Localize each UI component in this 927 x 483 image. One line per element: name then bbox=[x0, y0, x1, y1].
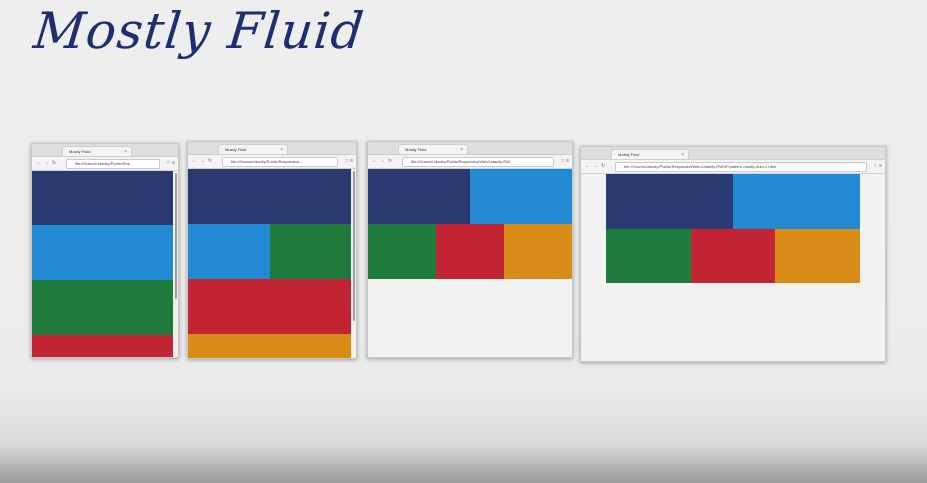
star-icon[interactable]: ☆ bbox=[166, 160, 170, 166]
close-icon[interactable]: × bbox=[280, 145, 283, 155]
tab-title: Mostly Fluid bbox=[618, 152, 640, 157]
block-blue bbox=[733, 174, 860, 229]
menu-icon[interactable]: ≡ bbox=[172, 160, 175, 166]
reload-icon[interactable]: ↻ bbox=[388, 158, 392, 164]
page-title: Mostly Fluid bbox=[30, 2, 368, 60]
address-bar[interactable]: file:///Users/Udacity/Public/ResponsiveW… bbox=[402, 157, 554, 167]
reload-icon[interactable]: ↻ bbox=[208, 158, 212, 164]
address-bar[interactable]: file:///Users/Udacity/Public/Res... bbox=[66, 159, 160, 169]
address-bar[interactable]: file:///Users/Udacity/Public/ResponsiveW… bbox=[615, 162, 867, 172]
block-navy bbox=[606, 174, 733, 229]
back-icon[interactable]: ← bbox=[192, 158, 197, 164]
block-blue bbox=[470, 169, 572, 224]
page-viewport bbox=[188, 169, 356, 358]
browser-window-desktop: Mostly Fluid × ← → ↻ file:///Users/Udacity… bbox=[580, 146, 886, 362]
tab-title: Mostly Fluid bbox=[69, 149, 91, 154]
block-blue bbox=[188, 224, 270, 279]
forward-icon[interactable]: → bbox=[200, 158, 205, 164]
browser-window-mobile: Mostly Fluid × ← → ↻ file:///Users/Udacity… bbox=[31, 143, 179, 358]
close-icon[interactable]: × bbox=[681, 150, 684, 160]
page-viewport bbox=[581, 174, 885, 361]
forward-icon[interactable]: → bbox=[380, 158, 385, 164]
tab-bar: Mostly Fluid × bbox=[368, 142, 572, 159]
tab-title: Mostly Fluid bbox=[405, 147, 427, 152]
browser-tab[interactable]: Mostly Fluid × bbox=[218, 144, 288, 154]
page-viewport bbox=[368, 169, 572, 357]
block-orange bbox=[775, 229, 860, 283]
menu-icon[interactable]: ≡ bbox=[350, 158, 353, 164]
browser-window-tablet: Mostly Fluid × ← → ↻ file:///Users/Udacity… bbox=[367, 141, 573, 358]
block-orange bbox=[188, 334, 351, 358]
close-icon[interactable]: × bbox=[460, 145, 463, 155]
block-orange bbox=[504, 224, 572, 279]
browser-toolbar: ← → ↻ file:///Users/Udacity/Public/Respons… bbox=[188, 155, 356, 169]
block-green bbox=[368, 224, 436, 279]
scrollbar[interactable] bbox=[175, 173, 177, 299]
block-navy bbox=[32, 171, 173, 225]
browser-tab[interactable]: Mostly Fluid × bbox=[611, 149, 689, 159]
star-icon[interactable]: ☆ bbox=[873, 163, 877, 169]
block-red bbox=[436, 224, 504, 279]
address-bar[interactable]: file:///Users/Udacity/Public/Responsive.… bbox=[222, 157, 338, 167]
block-navy bbox=[368, 169, 470, 224]
forward-icon[interactable]: → bbox=[593, 163, 598, 169]
block-green bbox=[606, 229, 691, 283]
browser-toolbar: ← → ↻ file:///Users/Udacity/Public/Res... … bbox=[32, 157, 178, 171]
browser-tab[interactable]: Mostly Fluid × bbox=[62, 146, 132, 156]
reload-icon[interactable]: ↻ bbox=[601, 163, 605, 169]
browser-toolbar: ← → ↻ file:///Users/Udacity/Public/Respons… bbox=[581, 160, 885, 174]
page-viewport bbox=[32, 171, 178, 357]
browser-window-small-tablet: Mostly Fluid × ← → ↻ file:///Users/Udacity… bbox=[187, 141, 357, 359]
tab-bar: Mostly Fluid × bbox=[32, 144, 178, 161]
close-icon[interactable]: × bbox=[124, 147, 127, 157]
block-green bbox=[270, 224, 351, 279]
browser-tab[interactable]: Mostly Fluid × bbox=[398, 144, 468, 154]
block-red bbox=[188, 279, 351, 334]
menu-icon[interactable]: ≡ bbox=[566, 158, 569, 164]
block-red bbox=[691, 229, 775, 283]
menu-icon[interactable]: ≡ bbox=[879, 163, 882, 169]
star-icon[interactable]: ☆ bbox=[344, 158, 348, 164]
block-red bbox=[32, 335, 173, 357]
tab-bar: Mostly Fluid × bbox=[188, 142, 356, 159]
block-navy bbox=[188, 169, 351, 224]
back-icon[interactable]: ← bbox=[36, 160, 41, 166]
back-icon[interactable]: ← bbox=[372, 158, 377, 164]
block-green bbox=[32, 280, 173, 335]
forward-icon[interactable]: → bbox=[44, 160, 49, 166]
block-blue bbox=[32, 225, 173, 280]
star-icon[interactable]: ☆ bbox=[560, 158, 564, 164]
scrollbar[interactable] bbox=[353, 171, 355, 321]
back-icon[interactable]: ← bbox=[585, 163, 590, 169]
tab-bar: Mostly Fluid × bbox=[581, 147, 885, 164]
browser-toolbar: ← → ↻ file:///Users/Udacity/Public/Respons… bbox=[368, 155, 572, 169]
tab-title: Mostly Fluid bbox=[225, 147, 247, 152]
reload-icon[interactable]: ↻ bbox=[52, 160, 56, 166]
